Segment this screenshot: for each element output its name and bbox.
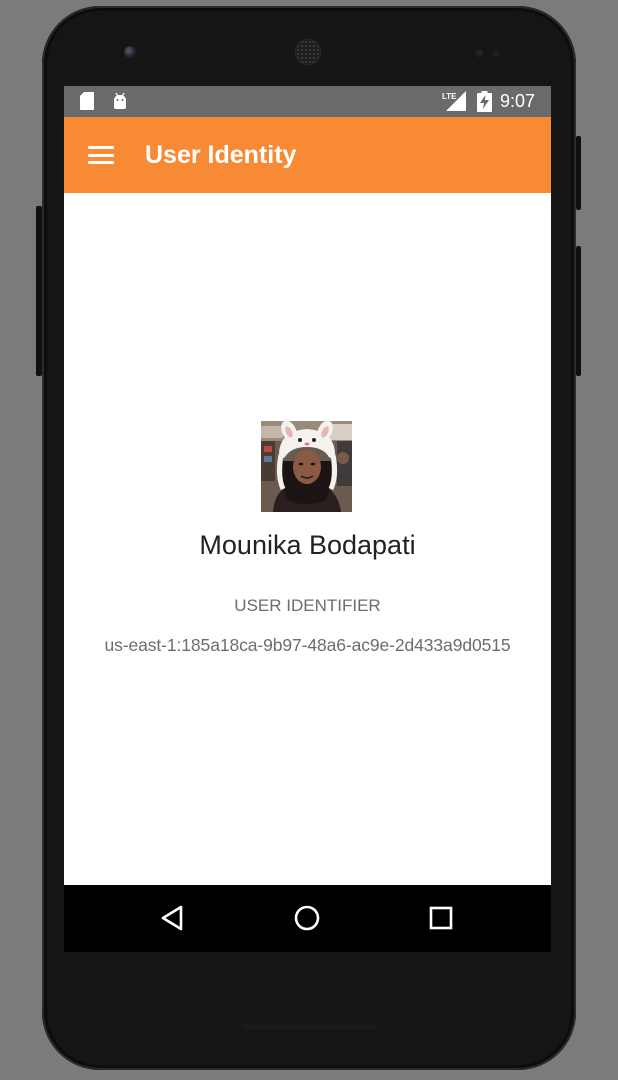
avatar-photo [261,421,352,512]
proximity-sensor [475,49,483,57]
profile-avatar [261,421,352,512]
profile-content: Mounika Bodapati USER IDENTIFIER us-east… [64,193,551,885]
toolbar-title: User Identity [145,141,297,169]
battery-charging-icon [477,91,492,112]
svg-text:LTE: LTE [442,92,457,101]
status-clock: 9:07 [500,91,536,111]
recents-icon[interactable] [426,903,456,933]
earpiece-speaker [296,40,320,64]
home-icon[interactable] [292,903,322,933]
user-identifier-label: USER IDENTIFIER [234,596,381,615]
android-debug-icon [114,92,126,109]
back-icon[interactable] [157,903,187,933]
bottom-speaker [242,1024,376,1030]
device-frame-stage: LTE 9:07 User Identity Mounika Bodapati … [0,0,618,1080]
system-navigation-bar [64,885,551,952]
lte-signal-icon: LTE [442,91,466,111]
device-screen: LTE 9:07 User Identity Mounika Bodapati … [64,86,551,952]
hamburger-menu-icon[interactable] [88,146,114,164]
power-button [576,136,581,210]
sd-card-icon [80,92,94,110]
light-sensor [492,49,500,57]
profile-name: Mounika Bodapati [199,530,416,560]
app-toolbar: User Identity [64,117,551,193]
side-button [576,246,581,376]
user-identifier-value: us-east-1:185a18ca-9b97-48a6-ac9e-2d433a… [104,635,511,655]
status-bar: LTE 9:07 [64,86,551,117]
volume-button [36,206,42,376]
front-camera [124,46,136,58]
